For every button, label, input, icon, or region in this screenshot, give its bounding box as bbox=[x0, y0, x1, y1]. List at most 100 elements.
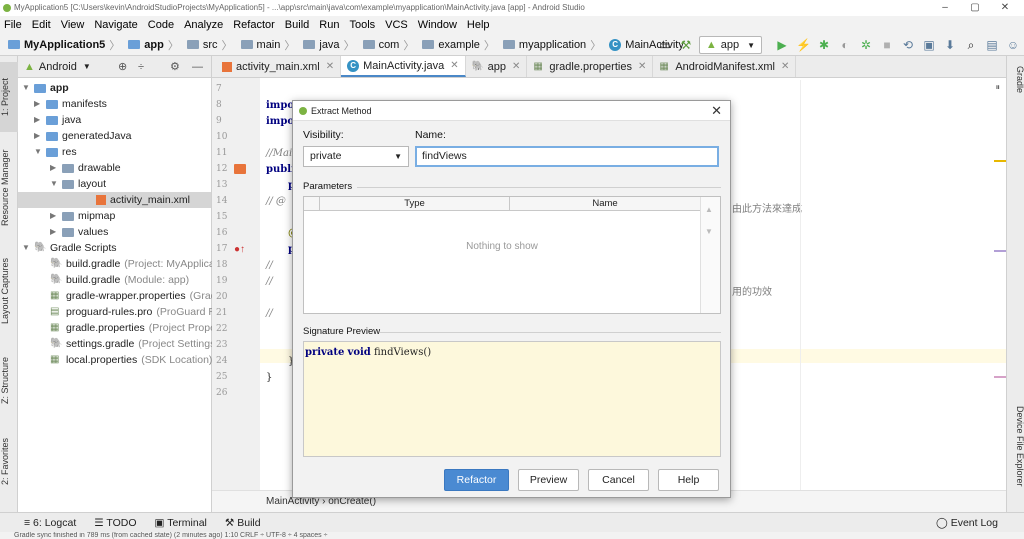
split-editor-icon[interactable]: ⏸ bbox=[995, 82, 1000, 93]
close-icon[interactable]: ✕ bbox=[512, 61, 520, 72]
tab-gradle[interactable]: Gradle bbox=[1011, 66, 1024, 116]
crumb-myapplication[interactable]: myapplication 〉 bbox=[502, 37, 605, 53]
tree-item-res[interactable]: ▼ res bbox=[34, 144, 77, 160]
profile-icon[interactable]: ◐ bbox=[838, 38, 852, 52]
sync-icon[interactable]: ⟲ bbox=[901, 38, 915, 52]
column-header-name[interactable]: Name bbox=[510, 197, 700, 211]
sdk-manager-icon[interactable]: ⬇ bbox=[943, 38, 957, 52]
close-icon[interactable]: ✕ bbox=[450, 60, 458, 71]
maximize-button[interactable]: ▢ bbox=[960, 0, 990, 16]
column-header-type[interactable]: Type bbox=[320, 197, 510, 211]
tab-todo[interactable]: ☰ TODO bbox=[94, 517, 136, 529]
tab-app-gradle[interactable]: 🐘 app ✕ bbox=[466, 56, 528, 77]
stop-icon[interactable]: ■ bbox=[880, 38, 894, 52]
code-line-21[interactable]: // bbox=[266, 308, 273, 319]
override-gutter-icon[interactable]: ●↑ bbox=[234, 244, 245, 255]
tree-item-manifests[interactable]: ▶ manifests bbox=[34, 96, 107, 112]
tree-item-gradle-scripts[interactable]: ▼ 🐘 Gradle Scripts bbox=[22, 240, 117, 256]
project-structure-icon[interactable]: ▤ bbox=[985, 38, 999, 52]
code-line-25[interactable]: } bbox=[266, 372, 272, 383]
crumb-app[interactable]: app 〉 bbox=[128, 37, 183, 53]
refactor-button[interactable]: Refactor bbox=[444, 469, 509, 491]
close-icon[interactable]: ✕ bbox=[638, 61, 646, 72]
tab-layout-captures[interactable]: Layout Captures bbox=[0, 246, 18, 336]
visibility-select[interactable]: private ▼ bbox=[303, 146, 409, 167]
menu-vcs[interactable]: VCS bbox=[385, 19, 408, 31]
crumb-example[interactable]: example 〉 bbox=[422, 37, 499, 53]
close-icon[interactable]: ✕ bbox=[781, 61, 789, 72]
crumb-main[interactable]: main 〉 bbox=[240, 37, 300, 53]
error-stripe-mark[interactable] bbox=[994, 250, 1006, 252]
run-icon[interactable]: ▶ bbox=[775, 38, 789, 52]
tree-item-local-properties[interactable]: ▦ local.properties (SDK Location) bbox=[50, 352, 212, 368]
tree-item-settings-gradle[interactable]: 🐘 settings.gradle (Project Settings bbox=[50, 336, 215, 352]
code-line-19[interactable]: // bbox=[266, 276, 273, 287]
menu-code[interactable]: Code bbox=[148, 19, 174, 31]
tree-item-java[interactable]: ▶ java bbox=[34, 112, 81, 128]
tab-event-log[interactable]: ◯ Event Log bbox=[936, 517, 998, 529]
error-stripe-mark[interactable] bbox=[994, 160, 1006, 162]
account-icon[interactable]: ☺ bbox=[1006, 38, 1020, 52]
parameters-table[interactable]: Type Name Nothing to show ▲ ▼ bbox=[303, 196, 721, 314]
tree-item-activity-main[interactable]: activity_main.xml bbox=[18, 192, 211, 208]
tree-item-gradle-wrapper[interactable]: ▦ gradle-wrapper.properties (Grad bbox=[50, 288, 217, 304]
minimize-button[interactable]: – bbox=[930, 0, 960, 16]
run-config-select[interactable]: ▲ app ▼ bbox=[698, 36, 762, 54]
method-name-input[interactable]: findViews bbox=[415, 146, 719, 167]
tab-build[interactable]: ⚒ Build bbox=[225, 517, 261, 529]
collapse-icon[interactable]: ÷ bbox=[138, 61, 144, 73]
menu-view[interactable]: View bbox=[61, 19, 85, 31]
apply-changes-icon[interactable]: ⚡ bbox=[796, 38, 811, 52]
close-window-button[interactable]: ✕ bbox=[990, 0, 1020, 16]
menu-window[interactable]: Window bbox=[418, 19, 457, 31]
tab-logcat[interactable]: ≡ 6: Logcat bbox=[24, 517, 76, 529]
tab-gradle-properties[interactable]: ▦ gradle.properties ✕ bbox=[527, 56, 654, 77]
hammer-icon[interactable]: ⚒ bbox=[679, 38, 693, 52]
tree-item-layout[interactable]: ▼ layout bbox=[50, 176, 106, 192]
tab-mainactivity-java[interactable]: C MainActivity.java ✕ bbox=[341, 56, 466, 77]
close-icon[interactable]: ✕ bbox=[711, 103, 722, 119]
tree-item-generatedjava[interactable]: ▶ generatedJava bbox=[34, 128, 131, 144]
crumb-com[interactable]: com 〉 bbox=[362, 37, 419, 53]
menu-tools[interactable]: Tools bbox=[349, 19, 375, 31]
code-line-18[interactable]: // bbox=[266, 260, 273, 271]
crumb-project[interactable]: MyApplication5 〉 bbox=[8, 37, 124, 53]
menu-refactor[interactable]: Refactor bbox=[233, 19, 275, 31]
tab-activity-main-xml[interactable]: activity_main.xml ✕ bbox=[216, 56, 342, 77]
tab-project[interactable]: 1: Project bbox=[0, 62, 18, 132]
hide-icon[interactable]: — bbox=[192, 61, 203, 73]
error-stripe-mark[interactable] bbox=[994, 376, 1006, 378]
layout-gutter-icon[interactable] bbox=[234, 164, 246, 174]
chevron-down-icon[interactable]: ▼ bbox=[83, 62, 91, 71]
tree-item-proguard[interactable]: ▤ proguard-rules.pro (ProGuard R bbox=[50, 304, 216, 320]
gear-icon[interactable]: ⚙ bbox=[170, 60, 180, 73]
tree-item-drawable[interactable]: ▶ drawable bbox=[50, 160, 121, 176]
tab-android-manifest[interactable]: ▦ AndroidManifest.xml ✕ bbox=[653, 56, 797, 77]
menu-edit[interactable]: Edit bbox=[32, 19, 51, 31]
menu-build[interactable]: Build bbox=[285, 19, 309, 31]
cancel-button[interactable]: Cancel bbox=[588, 469, 649, 491]
menu-run[interactable]: Run bbox=[319, 19, 339, 31]
tab-favorites[interactable]: 2: Favorites bbox=[0, 426, 18, 496]
layout-icon[interactable]: ▭ bbox=[658, 38, 672, 52]
target-icon[interactable]: ⊕ bbox=[118, 60, 127, 73]
close-icon[interactable]: ✕ bbox=[326, 61, 334, 72]
preview-button[interactable]: Preview bbox=[518, 469, 579, 491]
tree-item-gradle-properties[interactable]: ▦ gradle.properties (Project Prope bbox=[50, 320, 216, 336]
tab-structure[interactable]: Z: Structure bbox=[0, 346, 18, 414]
search-icon[interactable]: ⌕ bbox=[964, 38, 978, 52]
menu-help[interactable]: Help bbox=[467, 19, 490, 31]
crumb-src[interactable]: src 〉 bbox=[186, 37, 237, 53]
help-button[interactable]: Help bbox=[658, 469, 719, 491]
tab-terminal[interactable]: ▣ Terminal bbox=[155, 517, 207, 529]
menu-file[interactable]: File bbox=[4, 19, 22, 31]
tab-resource-manager[interactable]: Resource Manager bbox=[0, 138, 18, 238]
avd-manager-icon[interactable]: ▣ bbox=[922, 38, 936, 52]
move-down-icon[interactable]: ▼ bbox=[705, 227, 713, 236]
move-up-icon[interactable]: ▲ bbox=[705, 205, 713, 214]
tree-item-values[interactable]: ▶ values bbox=[50, 224, 108, 240]
tab-device-file-explorer[interactable]: Device File Explorer bbox=[1011, 406, 1024, 506]
attach-debugger-icon[interactable]: ✲ bbox=[859, 38, 873, 52]
tree-item-app[interactable]: ▼ app bbox=[22, 80, 69, 96]
tree-item-mipmap[interactable]: ▶ mipmap bbox=[50, 208, 115, 224]
